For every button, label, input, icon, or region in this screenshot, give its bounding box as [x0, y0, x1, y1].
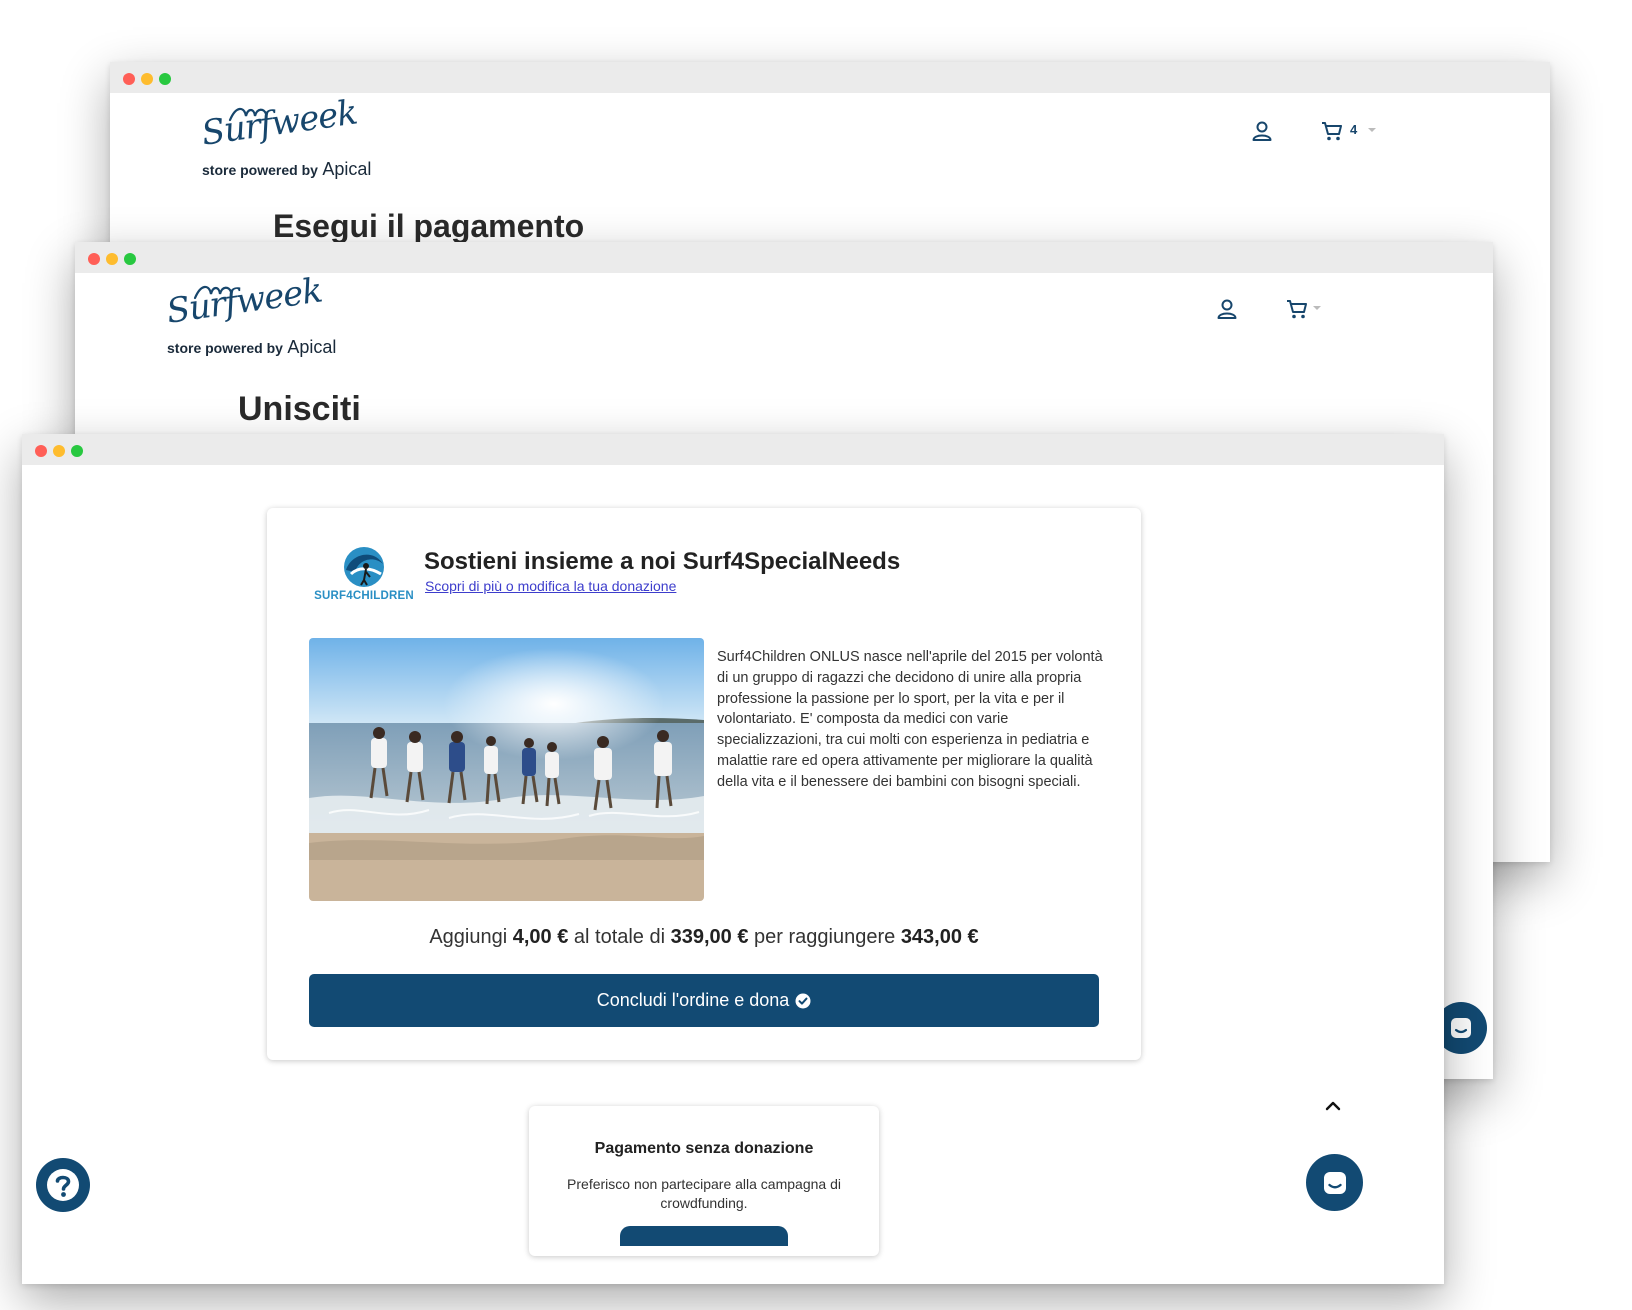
logo-script: Surfweek — [199, 92, 360, 154]
donation-description: Surf4Children ONLUS nasce nell'aprile de… — [717, 649, 1103, 790]
window-titlebar — [22, 434, 1444, 465]
no-donation-text: Preferisco non partecipare alla campagna… — [567, 1176, 841, 1211]
window-titlebar — [110, 62, 1550, 93]
donation-summary: Aggiungi 4,00 € al totale di 339,00 € pe… — [429, 926, 979, 948]
cart-icon[interactable] — [1320, 119, 1344, 143]
complete-order-donate-button[interactable]: Concludi l'ordine e dona — [309, 974, 1099, 1027]
order-total: 339,00 € — [670, 926, 749, 948]
help-button[interactable] — [36, 1158, 90, 1212]
maximize-dot[interactable] — [71, 445, 83, 457]
chevron-up-icon[interactable] — [1323, 1099, 1343, 1113]
maximize-dot[interactable] — [124, 253, 136, 265]
new-total: 343,00 € — [900, 926, 979, 948]
cta-label: Concludi l'ordine e dona — [596, 990, 790, 1010]
user-icon[interactable] — [1250, 119, 1274, 143]
window-front: SURF4CHILDREN Sostieni insieme a noi Sur… — [22, 434, 1444, 1284]
donation-amount: 4,00 € — [512, 926, 569, 948]
logo-tagline: store powered by Apical — [202, 159, 372, 179]
minimize-dot[interactable] — [141, 73, 153, 85]
close-dot[interactable] — [35, 445, 47, 457]
minimize-dot[interactable] — [106, 253, 118, 265]
chat-button[interactable] — [1306, 1154, 1363, 1211]
logo-script: Surfweek — [164, 270, 325, 332]
surfweek-logo[interactable]: Surfweek store powered by Apical — [164, 270, 357, 362]
chat-icon — [1451, 1018, 1471, 1038]
window-titlebar — [75, 242, 1493, 273]
cart-count-badge: 4 — [1350, 122, 1358, 137]
close-dot[interactable] — [123, 73, 135, 85]
no-donation-card: Pagamento senza donazione Preferisco non… — [529, 1106, 879, 1256]
page-title: Esegui il pagamento — [273, 208, 585, 244]
surfweek-logo[interactable]: Surfweek store powered by Apical — [199, 92, 392, 184]
campaign-photo — [309, 638, 704, 901]
page-title: Unisciti — [238, 390, 361, 428]
donation-title: Sostieni insieme a noi Surf4SpecialNeeds — [424, 548, 901, 575]
maximize-dot[interactable] — [159, 73, 171, 85]
surf4children-logo: SURF4CHILDREN — [311, 544, 417, 606]
question-mark-icon — [47, 1169, 79, 1201]
pay-without-donation-button[interactable] — [620, 1226, 788, 1246]
donation-card: SURF4CHILDREN Sostieni insieme a noi Sur… — [267, 508, 1141, 1060]
logo-tagline: store powered by Apical — [167, 337, 337, 357]
chat-icon — [1323, 1171, 1346, 1194]
minimize-dot[interactable] — [53, 445, 65, 457]
donation-details-link[interactable]: Scopri di più o modifica la tua donazion… — [425, 578, 676, 594]
cart-icon[interactable] — [1285, 297, 1309, 321]
check-circle-icon — [795, 993, 811, 1008]
surf4children-wordmark: SURF4CHILDREN — [314, 590, 414, 602]
surf4children-emblem-icon — [344, 547, 384, 587]
close-dot[interactable] — [88, 253, 100, 265]
user-icon[interactable] — [1215, 297, 1239, 321]
cart-dropdown-caret[interactable] — [1313, 306, 1321, 310]
no-donation-title: Pagamento senza donazione — [594, 1140, 814, 1157]
cart-dropdown-caret[interactable] — [1368, 128, 1376, 132]
beach-photo-image — [309, 638, 704, 901]
